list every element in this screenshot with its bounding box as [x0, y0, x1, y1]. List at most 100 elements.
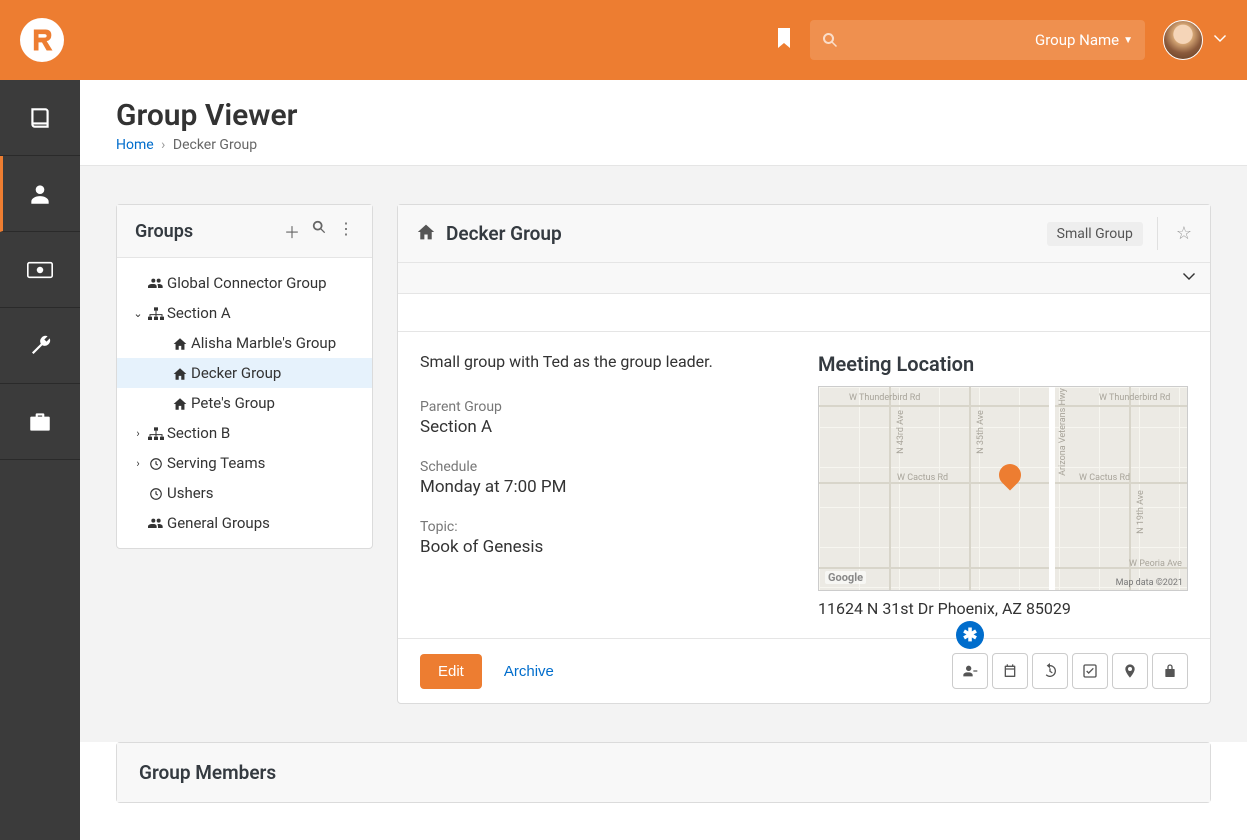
add-member-button[interactable]	[952, 653, 988, 689]
users-icon	[145, 274, 167, 292]
calendar-button[interactable]	[992, 653, 1028, 689]
detail-right-column: Meeting Location W Thunderbird Rd W Thun…	[818, 352, 1188, 618]
history-icon	[1042, 663, 1058, 679]
calendar-icon	[1002, 663, 1018, 679]
tree-item-label: Ushers	[167, 484, 214, 502]
home-icon	[169, 334, 191, 352]
bookmark-icon[interactable]	[776, 28, 792, 53]
detail-spacer	[398, 294, 1210, 332]
map-road	[819, 405, 1187, 407]
history-button[interactable]	[1032, 653, 1068, 689]
detail-left-column: Small group with Ted as the group leader…	[420, 352, 778, 618]
clock-icon	[145, 454, 167, 472]
breadcrumb-sep: ›	[161, 137, 165, 153]
chevron-down-icon	[1182, 269, 1196, 283]
notification-badge[interactable]: ✱	[956, 621, 984, 649]
group-members-title: Group Members	[117, 743, 1210, 802]
tree-item-label: Section B	[167, 424, 230, 442]
breadcrumb-home[interactable]: Home	[116, 137, 154, 153]
map-highway	[1049, 387, 1055, 590]
tree-chevron[interactable]: ›	[131, 457, 145, 470]
groups-panel-heading: Groups ＋ ⋮	[117, 205, 372, 258]
tree-item-label: Pete's Group	[191, 394, 275, 412]
favorite-button[interactable]: ☆	[1157, 217, 1192, 250]
app-logo[interactable]	[20, 18, 64, 62]
map-label: W Peoria Ave	[1129, 559, 1182, 569]
search-type-dropdown[interactable]: Group Name ▼	[1035, 31, 1133, 49]
search-box[interactable]: Group Name ▼	[810, 20, 1145, 60]
archive-button[interactable]: Archive	[504, 663, 554, 680]
schedule-value: Monday at 7:00 PM	[420, 477, 778, 497]
edit-button[interactable]: Edit	[420, 654, 482, 689]
checkbox-icon	[1082, 663, 1098, 679]
nav-item-finance[interactable]	[0, 232, 80, 308]
nav-item-tools[interactable]	[0, 308, 80, 384]
rock-logo-icon	[28, 26, 56, 54]
meeting-location-map[interactable]: W Thunderbird Rd W Thunderbird Rd W Cact…	[818, 386, 1188, 591]
group-detail-heading: Decker Group Small Group ☆	[398, 205, 1210, 263]
tree-item-decker-group[interactable]: Decker Group	[117, 358, 372, 388]
map-attribution: Map data ©2021	[1116, 578, 1183, 588]
bookmark-svg	[776, 28, 792, 48]
map-google-logo: Google	[825, 571, 866, 584]
book-icon	[27, 105, 53, 131]
users-icon	[145, 514, 167, 532]
search-type-label: Group Name	[1035, 31, 1119, 49]
map-marker-icon	[1122, 663, 1138, 679]
tree-item-alisha-marble-s-group[interactable]: Alisha Marble's Group	[117, 328, 372, 358]
collapse-toggle[interactable]	[1182, 269, 1196, 287]
tree-chevron[interactable]: ›	[131, 427, 145, 440]
left-nav	[0, 80, 80, 840]
person-icon	[27, 181, 53, 207]
tree-item-serving-teams[interactable]: ›Serving Teams	[117, 448, 372, 478]
tree-item-label: Decker Group	[191, 364, 281, 382]
user-avatar[interactable]	[1163, 20, 1203, 60]
parent-group-value: Section A	[420, 417, 778, 437]
nav-item-person[interactable]	[0, 156, 80, 232]
map-label: W Thunderbird Rd	[849, 393, 920, 403]
map-road	[969, 387, 971, 590]
tree-item-label: General Groups	[167, 514, 270, 532]
tree-item-pete-s-group[interactable]: Pete's Group	[117, 388, 372, 418]
groups-more-button[interactable]: ⋮	[338, 219, 354, 243]
nav-item-admin[interactable]	[0, 384, 80, 460]
home-icon	[169, 364, 191, 382]
user-menu-caret[interactable]	[1213, 31, 1227, 49]
attendance-button[interactable]	[1072, 653, 1108, 689]
briefcase-icon	[27, 409, 53, 435]
home-icon	[416, 223, 436, 245]
map-label: W Cactus Rd	[1079, 473, 1130, 483]
nav-item-book[interactable]	[0, 80, 80, 156]
meeting-address: 11624 N 31st Dr Phoenix, AZ 85029	[818, 599, 1188, 618]
lock-icon	[1162, 663, 1178, 679]
money-icon	[27, 257, 53, 283]
clock-icon	[145, 484, 167, 502]
action-icons-row: ✱	[952, 653, 1188, 689]
location-button[interactable]	[1112, 653, 1148, 689]
page-header: Group Viewer Home › Decker Group	[80, 80, 1247, 166]
location-title: Meeting Location	[818, 352, 1188, 376]
tree-item-global-connector-group[interactable]: Global Connector Group	[117, 268, 372, 298]
groups-tree-panel: Groups ＋ ⋮ Global Connector Group ⌄ Sectio…	[116, 204, 373, 549]
group-title: Decker Group	[446, 222, 1047, 245]
tree-item-section-b[interactable]: › Section B	[117, 418, 372, 448]
map-label: N 19th Ave	[1136, 490, 1146, 534]
group-detail-panel: Decker Group Small Group ☆ Small group w…	[397, 204, 1211, 704]
search-groups-button[interactable]	[312, 219, 326, 243]
map-label: N 35th Ave	[976, 410, 986, 454]
map-label: W Thunderbird Rd	[1099, 393, 1170, 403]
tree-item-section-a[interactable]: ⌄ Section A	[117, 298, 372, 328]
add-group-button[interactable]: ＋	[284, 219, 300, 243]
tree-item-label: Global Connector Group	[167, 274, 327, 292]
tree-item-label: Section A	[167, 304, 231, 322]
top-header: Group Name ▼	[0, 0, 1247, 80]
group-type-badge: Small Group	[1047, 222, 1143, 246]
page-title: Group Viewer	[116, 98, 1211, 133]
tree-item-general-groups[interactable]: General Groups	[117, 508, 372, 538]
tree-chevron[interactable]: ⌄	[131, 307, 145, 320]
security-button[interactable]	[1152, 653, 1188, 689]
groups-panel-title: Groups	[135, 221, 284, 242]
detail-footer: Edit Archive ✱	[398, 638, 1210, 703]
detail-body: Small group with Ted as the group leader…	[398, 332, 1210, 638]
tree-item-ushers[interactable]: Ushers	[117, 478, 372, 508]
